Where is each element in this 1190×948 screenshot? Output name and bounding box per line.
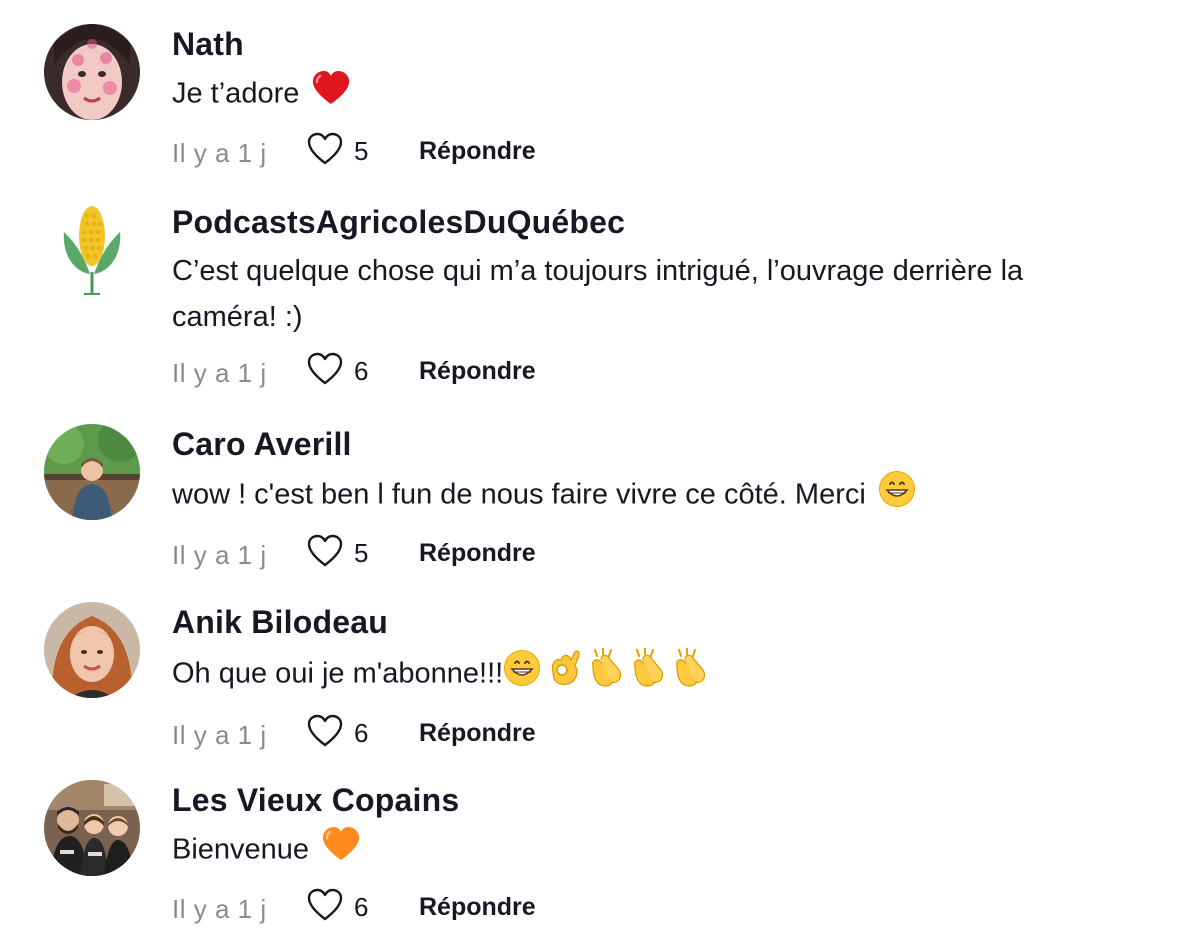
like-button[interactable]	[307, 534, 343, 570]
clapping-hands-icon	[671, 647, 711, 702]
comment-meta: Il y a 1 j 6 Répondre	[172, 352, 1132, 392]
clapping-hands-icon	[587, 647, 627, 702]
reply-button[interactable]: Répondre	[419, 719, 536, 748]
comment-text: C’est quelque chose qui m’a toujours int…	[172, 248, 1132, 340]
like-count: 5	[354, 136, 369, 166]
grinning-face-icon	[503, 649, 541, 701]
like-count: 6	[354, 356, 369, 386]
avatar-image	[44, 424, 140, 520]
clapping-hands-icon	[629, 647, 669, 702]
reply-button[interactable]: Répondre	[419, 137, 536, 166]
reply-button[interactable]: Répondre	[419, 539, 536, 568]
comment-text-body: C’est quelque chose qui m’a toujours int…	[172, 255, 1024, 333]
avatar-image	[44, 24, 140, 120]
comment-text: Je t’adore	[172, 70, 1132, 120]
corn-logo-icon	[44, 202, 140, 298]
like-count: 6	[354, 892, 369, 922]
reply-button[interactable]: Répondre	[419, 893, 536, 922]
like-button[interactable]	[307, 888, 343, 924]
comment-text: Oh que oui je m'abonne!!!	[172, 647, 1132, 702]
like-button[interactable]	[307, 714, 343, 750]
comment-time: Il y a 1 j	[172, 540, 267, 570]
comment-time: Il y a 1 j	[172, 720, 267, 750]
avatar[interactable]	[44, 602, 140, 698]
comment-text: Bienvenue	[172, 826, 1132, 876]
orange-heart-icon	[321, 826, 361, 876]
grinning-face-icon	[878, 470, 916, 522]
comment-username[interactable]: Caro Averill	[172, 424, 1132, 464]
comment-meta: Il y a 1 j 6 Répondre	[172, 714, 1132, 754]
comment-meta: Il y a 1 j 6 Répondre	[172, 888, 1132, 928]
like-button[interactable]	[307, 132, 343, 168]
heart-outline-icon	[307, 534, 343, 567]
comment-username[interactable]: Anik Bilodeau	[172, 602, 1132, 642]
comment-text-body: Oh que oui je m'abonne!!!	[172, 657, 504, 690]
comment-text-body: Bienvenue	[172, 833, 310, 866]
like-count: 5	[354, 538, 369, 568]
avatar[interactable]	[44, 24, 140, 120]
avatar-image	[44, 602, 140, 698]
comment-text: wow ! c'est ben l fun de nous faire vivr…	[172, 470, 1132, 522]
comment-time: Il y a 1 j	[172, 358, 267, 388]
heart-outline-icon	[307, 132, 343, 165]
comment-username[interactable]: Nath	[172, 24, 1132, 64]
comment-username[interactable]: PodcastsAgricolesDuQuébec	[172, 202, 1132, 242]
comment-text-body: wow ! c'est ben l fun de nous faire vivr…	[172, 478, 866, 511]
reply-button[interactable]: Répondre	[419, 357, 536, 386]
ok-hand-icon	[545, 648, 583, 702]
comment-meta: Il y a 1 j 5 Répondre	[172, 132, 1132, 172]
avatar[interactable]	[44, 780, 140, 876]
red-heart-icon	[311, 70, 351, 120]
comment-text-body: Je t’adore	[172, 77, 300, 110]
comment-time: Il y a 1 j	[172, 138, 267, 168]
avatar-image	[44, 780, 140, 876]
heart-outline-icon	[307, 888, 343, 921]
avatar[interactable]	[44, 424, 140, 520]
comment-time: Il y a 1 j	[172, 894, 267, 924]
comment-meta: Il y a 1 j 5 Répondre	[172, 534, 1132, 574]
comment-username[interactable]: Les Vieux Copains	[172, 780, 1132, 820]
avatar[interactable]	[44, 202, 140, 298]
like-button[interactable]	[307, 352, 343, 388]
heart-outline-icon	[307, 714, 343, 747]
heart-outline-icon	[307, 352, 343, 385]
like-count: 6	[354, 718, 369, 748]
